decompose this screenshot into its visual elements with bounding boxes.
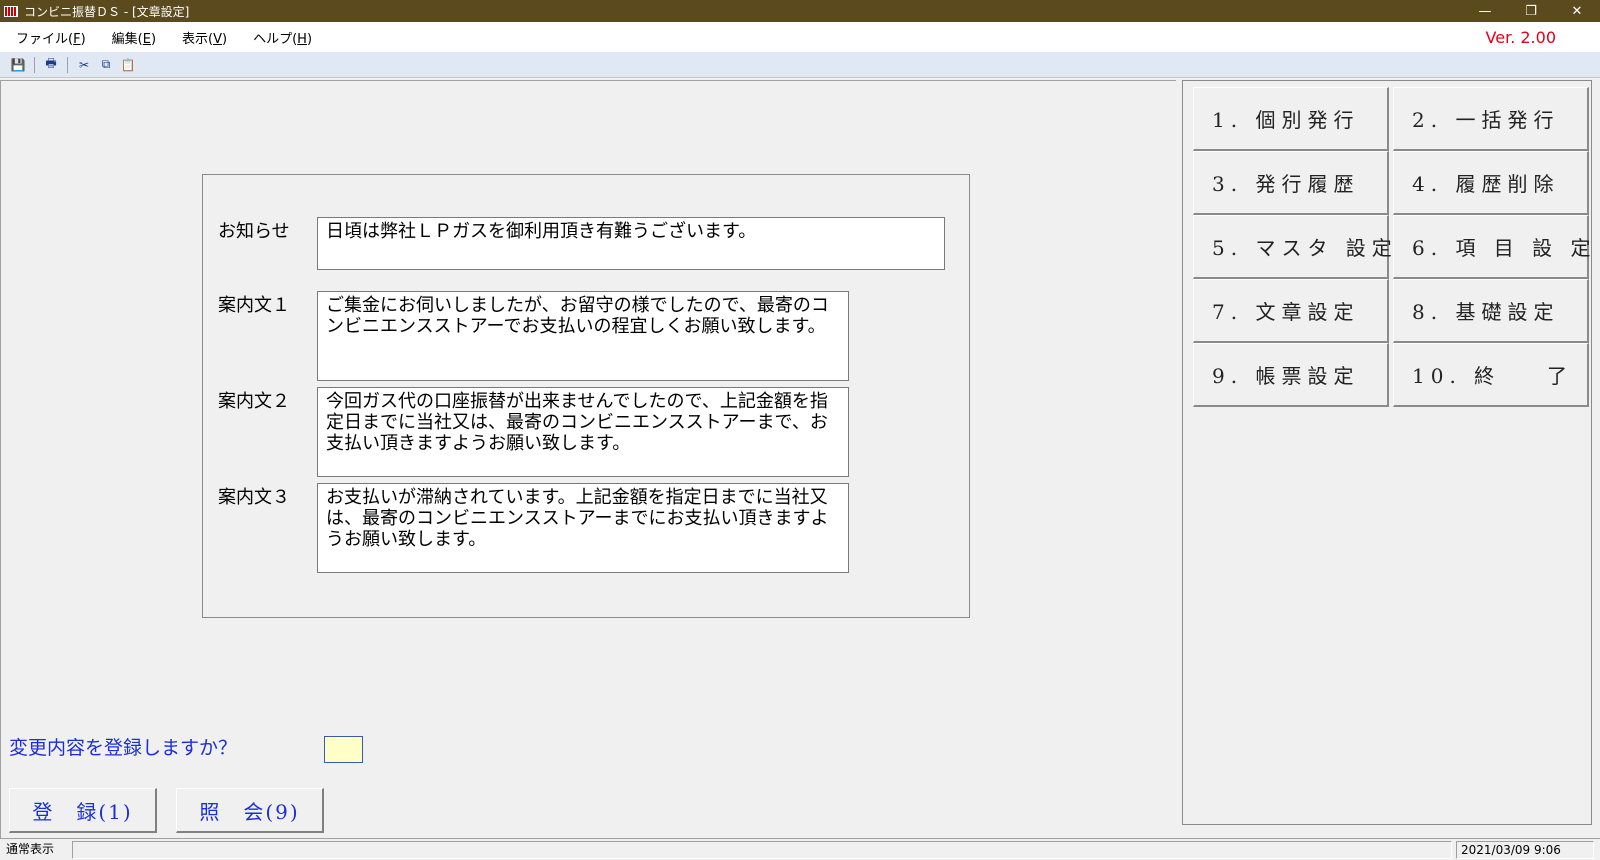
guide3-textbox[interactable]: お支払いが滞納されています。上記金額を指定日までに当社又は、最寄のコンビニエンス… bbox=[317, 483, 849, 573]
menu-bar: ファイル(F) 編集(E) 表示(V) ヘルプ(H) Ver. 2.00 bbox=[0, 22, 1600, 52]
guide3-label: 案内文３ bbox=[218, 487, 290, 508]
register-button[interactable]: 登 録(1) bbox=[9, 788, 157, 833]
restore-button[interactable]: ❐ bbox=[1508, 0, 1554, 22]
function-menu-panel: 1. 個別発行 2. 一括発行 3. 発行履歴 4. 履歴削除 5. マスタ 設… bbox=[1182, 80, 1592, 825]
issue-history-button[interactable]: 3. 発行履歴 bbox=[1193, 151, 1389, 215]
toolbar-separator bbox=[67, 56, 68, 73]
menu-help[interactable]: ヘルプ(H) bbox=[243, 28, 322, 47]
exit-button-number: 10. 終 bbox=[1412, 364, 1501, 388]
title-bar: コンビニ振替ＤＳ - [文章設定] — ❐ ✕ bbox=[0, 0, 1600, 22]
sentence-settings-button[interactable]: 7. 文章設定 bbox=[1193, 279, 1389, 343]
guide2-textbox[interactable]: 今回ガス代の口座振替が出来ませんでしたので、上記金額を指定日までに当社又は、最寄… bbox=[317, 387, 849, 477]
version-label: Ver. 2.00 bbox=[1485, 28, 1556, 47]
save-icon[interactable]: 💾 bbox=[10, 57, 26, 73]
basic-settings-button[interactable]: 8. 基礎設定 bbox=[1393, 279, 1589, 343]
menu-file[interactable]: ファイル(F) bbox=[6, 28, 96, 47]
delete-history-button[interactable]: 4. 履歴削除 bbox=[1393, 151, 1589, 215]
guide2-label: 案内文２ bbox=[218, 391, 290, 412]
menu-view[interactable]: 表示(V) bbox=[172, 28, 237, 47]
cut-icon[interactable]: ✂ bbox=[76, 57, 92, 73]
function-menu-grid: 1. 個別発行 2. 一括発行 3. 発行履歴 4. 履歴削除 5. マスタ 設… bbox=[1193, 87, 1591, 407]
master-settings-button[interactable]: 5. マスタ 設定 bbox=[1193, 215, 1392, 279]
exit-button[interactable]: 10. 終 了 bbox=[1393, 343, 1589, 407]
form-settings-button[interactable]: 9. 帳票設定 bbox=[1193, 343, 1389, 407]
status-message bbox=[72, 841, 1452, 859]
sentence-settings-frame: お知らせ 日頃は弊社ＬＰガスを御利用頂き有難うございます。 案内文１ ご集金にお… bbox=[202, 174, 970, 618]
toolbar-separator bbox=[34, 56, 35, 73]
bulk-issue-button[interactable]: 2. 一括発行 bbox=[1393, 87, 1589, 151]
toolbar: 💾 🖶 ✂ ⧉ 📋 bbox=[0, 52, 1600, 78]
window-title: コンビニ振替ＤＳ - [文章設定] bbox=[24, 4, 190, 19]
inquiry-button[interactable]: 照 会(9) bbox=[176, 788, 324, 833]
exit-button-end: 了 bbox=[1547, 364, 1573, 388]
individual-issue-button[interactable]: 1. 個別発行 bbox=[1193, 87, 1389, 151]
guide1-textbox[interactable]: ご集金にお伺いしましたが、お留守の様でしたので、最寄のコンビニエンスストアーでお… bbox=[317, 291, 849, 381]
confirm-prompt: 変更内容を登録しますか？ bbox=[9, 737, 238, 759]
status-bar: 通常表示 2021/03/09 9:06 bbox=[0, 838, 1600, 860]
print-icon[interactable]: 🖶 bbox=[43, 56, 59, 73]
app-icon bbox=[4, 5, 18, 17]
close-button[interactable]: ✕ bbox=[1554, 0, 1600, 22]
guide1-label: 案内文１ bbox=[218, 295, 290, 316]
paste-icon[interactable]: 📋 bbox=[120, 57, 136, 73]
copy-icon[interactable]: ⧉ bbox=[98, 57, 114, 73]
notice-label: お知らせ bbox=[218, 221, 290, 242]
confirm-input[interactable] bbox=[324, 736, 363, 763]
item-settings-button[interactable]: 6. 項 目 設 定 bbox=[1393, 215, 1591, 279]
minimize-button[interactable]: — bbox=[1462, 0, 1508, 22]
menu-edit[interactable]: 編集(E) bbox=[102, 28, 166, 47]
status-mode: 通常表示 bbox=[6, 842, 55, 856]
status-datetime: 2021/03/09 9:06 bbox=[1456, 841, 1594, 859]
notice-textbox[interactable]: 日頃は弊社ＬＰガスを御利用頂き有難うございます。 bbox=[317, 217, 945, 270]
